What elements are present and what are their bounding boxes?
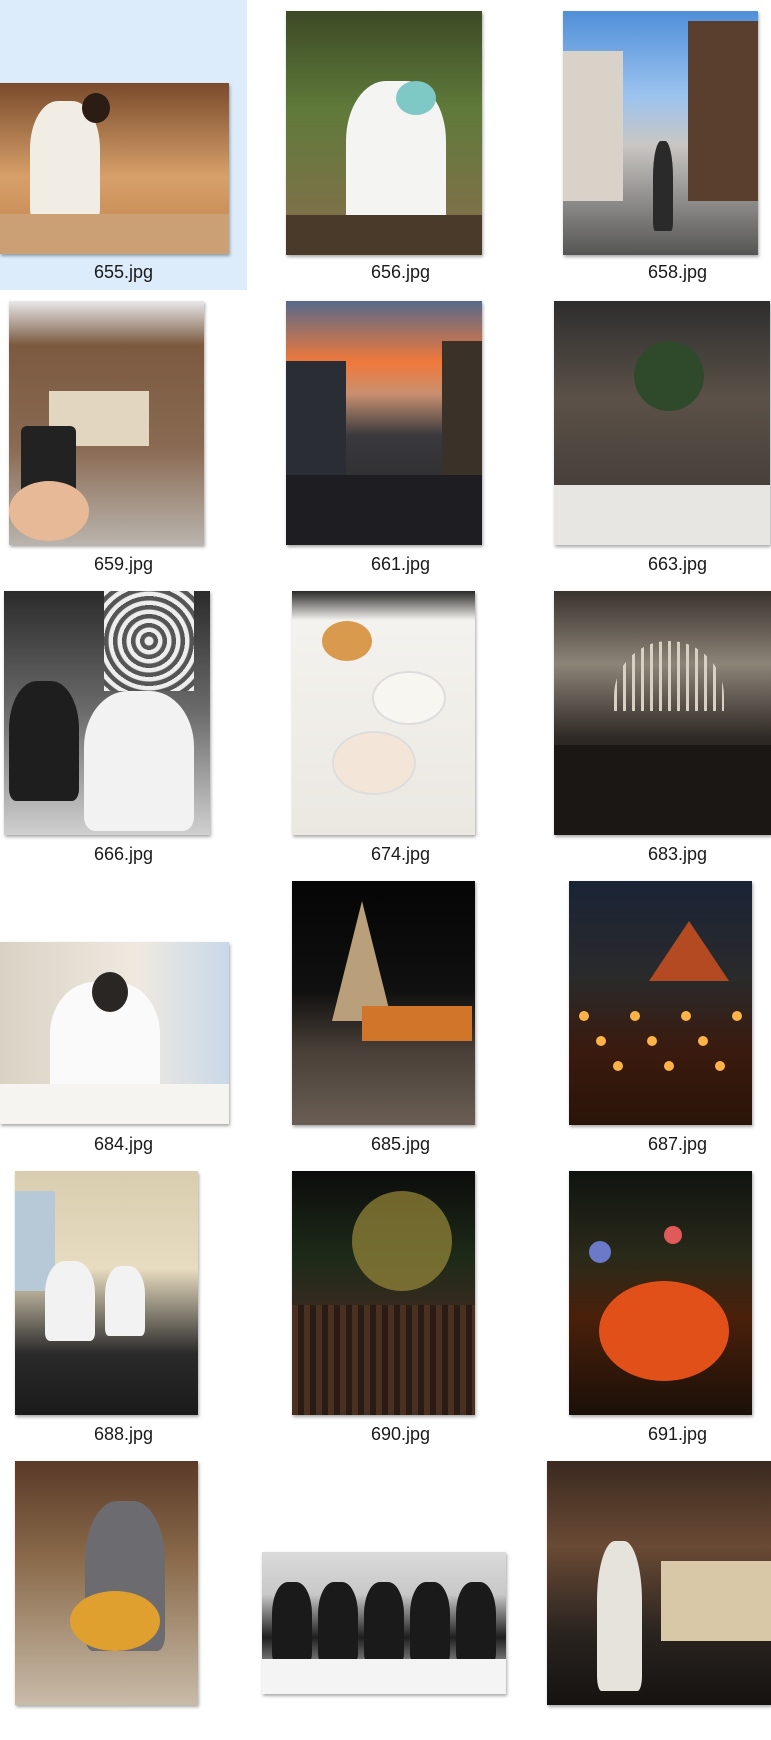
image-thumbnail[interactable] <box>569 881 752 1125</box>
file-item[interactable]: 659.jpg <box>0 290 247 580</box>
image-thumbnail[interactable] <box>9 301 204 545</box>
file-item[interactable]: 655.jpg <box>0 0 247 290</box>
image-thumbnail[interactable] <box>569 1171 752 1415</box>
file-name-label: 687.jpg <box>647 1134 708 1154</box>
image-thumbnail[interactable] <box>292 1171 475 1415</box>
file-item[interactable]: 687.jpg <box>554 870 771 1160</box>
file-name-label: 688.jpg <box>93 1424 154 1444</box>
image-thumbnail[interactable] <box>262 1552 506 1694</box>
file-thumbnail-grid: 655.jpg 656.jpg 658.jpg 659.jpg 661.jpg 663.j… <box>0 0 771 1705</box>
file-name-label: 655.jpg <box>93 262 154 282</box>
image-thumbnail[interactable] <box>15 1171 198 1415</box>
file-name-label: 661.jpg <box>370 554 431 574</box>
file-item[interactable]: 685.jpg <box>277 870 524 1160</box>
file-name-label: 656.jpg <box>370 262 431 282</box>
image-thumbnail[interactable] <box>0 942 229 1124</box>
file-item[interactable]: 690.jpg <box>277 1160 524 1450</box>
file-name-label: 691.jpg <box>647 1424 708 1444</box>
file-item[interactable]: 688.jpg <box>0 1160 247 1450</box>
image-thumbnail[interactable] <box>0 83 229 254</box>
file-item[interactable]: 663.jpg <box>554 290 771 580</box>
image-thumbnail[interactable] <box>292 591 475 835</box>
image-thumbnail[interactable] <box>554 301 770 545</box>
file-item[interactable]: 674.jpg <box>277 580 524 870</box>
image-thumbnail[interactable] <box>4 591 210 835</box>
image-thumbnail[interactable] <box>547 1461 771 1705</box>
file-item[interactable]: 661.jpg <box>277 290 524 580</box>
file-item[interactable]: 683.jpg <box>554 580 771 870</box>
file-name-label: 658.jpg <box>647 262 708 282</box>
file-name-label: 685.jpg <box>370 1134 431 1154</box>
image-thumbnail[interactable] <box>563 11 758 255</box>
file-item[interactable]: 656.jpg <box>277 0 524 290</box>
file-name-label: 684.jpg <box>93 1134 154 1154</box>
file-item[interactable]: 684.jpg <box>0 870 247 1160</box>
file-name-label: 666.jpg <box>93 844 154 864</box>
file-name-label: 674.jpg <box>370 844 431 864</box>
image-thumbnail[interactable] <box>286 11 482 255</box>
file-item[interactable] <box>0 1450 247 1740</box>
file-name-label: 663.jpg <box>647 554 708 574</box>
file-item[interactable]: 691.jpg <box>554 1160 771 1450</box>
file-name-label: 683.jpg <box>647 844 708 864</box>
image-thumbnail[interactable] <box>292 881 475 1125</box>
file-item[interactable] <box>547 1450 771 1740</box>
file-item[interactable]: 658.jpg <box>554 0 771 290</box>
file-name-label: 690.jpg <box>370 1424 431 1444</box>
file-item[interactable]: 666.jpg <box>0 580 247 870</box>
image-thumbnail[interactable] <box>15 1461 198 1705</box>
image-thumbnail[interactable] <box>554 591 771 835</box>
file-name-label: 659.jpg <box>93 554 154 574</box>
image-thumbnail[interactable] <box>286 301 482 545</box>
file-item[interactable] <box>262 1450 524 1740</box>
